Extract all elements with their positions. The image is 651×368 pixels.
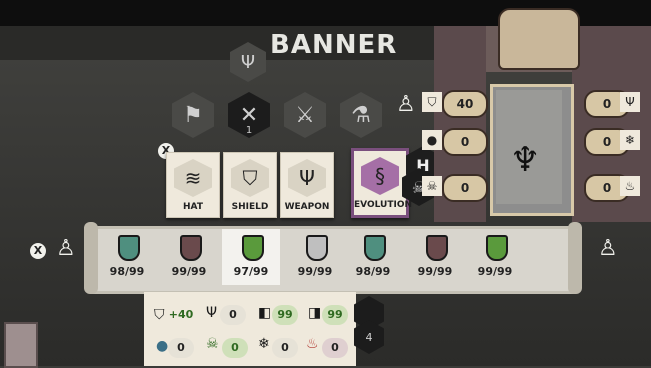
stat-water: 0 [168,338,194,358]
shield-icon [426,235,448,261]
card-hat[interactable]: ≋ HAT [166,152,220,218]
shield-icon [306,235,328,261]
shield-icon [242,235,264,261]
character-preview-icon: ♆ [510,140,541,180]
shield-slot[interactable]: 99/99 [286,229,344,285]
shield-slot[interactable]: 99/99 [466,229,524,285]
durability-value: 99/99 [477,265,513,278]
skull-crossbones-icon: ☠ [206,336,219,352]
scroll-holder-right-icon: ♙ [598,236,618,261]
smoke-icon: ≋ [174,159,212,197]
stat-shield-bonus: +40 [168,308,194,321]
partial-count: 4 [365,330,373,344]
shield-icon [180,235,202,261]
idol-stat-shield: 40 [442,90,488,118]
stat-cubes: 99 [322,305,348,325]
durability-value: 97/99 [233,265,269,278]
trident-icon: Ψ [206,305,218,321]
category-count: 1 [245,125,253,136]
scroll-roll-right [568,222,582,294]
scroll-roll-left [84,222,98,294]
trident-icon: Ψ [288,159,326,197]
snowflake-icon: ❄ [620,130,640,150]
character-portrait-icon: ♙ [396,92,416,117]
page-title: BANNER [270,30,398,60]
cube-icon: ◧ [258,305,272,321]
snowflake-icon: ❄ [258,336,270,352]
fire-icon: ♨ [306,336,319,352]
idol-stat-water: 0 [442,128,488,156]
dna-icon: § [361,157,399,195]
shield-icon: ⛉ [154,307,165,323]
durability-value: 99/99 [171,265,207,278]
card-evolution[interactable]: § EVOLUTION [351,148,412,218]
trident-icon: Ψ [620,92,640,112]
card-shield[interactable]: ⛉ SHIELD [223,152,277,218]
fire-icon: ♨ [620,176,640,196]
shield-icon: ⛉ [231,159,269,197]
stat-fire: 0 [322,338,348,358]
durability-value: 98/99 [355,265,391,278]
close-scroll-button[interactable]: X [30,243,46,259]
stat-frost: 0 [272,338,298,358]
card-label: EVOLUTION [354,200,412,210]
shield-slot-selected[interactable]: 97/99 [222,229,280,285]
stat-poison: 0 [222,338,248,358]
card-label: WEAPON [284,202,330,212]
shield-icon: ⛉ [422,92,442,112]
stat-cube: 99 [272,305,298,325]
water-drop-icon: ● [422,130,442,150]
skull-icon [498,8,580,70]
shield-icon [486,235,508,261]
card-label: HAT [183,202,203,212]
card-weapon[interactable]: Ψ WEAPON [280,152,334,218]
durability-value: 99/99 [297,265,333,278]
idol-stat-poison: 0 [442,174,488,202]
shield-slot[interactable]: 99/99 [160,229,218,285]
deck-card-icon[interactable] [4,322,38,368]
shield-slot[interactable]: 99/99 [406,229,464,285]
skull-crossbones-icon: ☠ [422,176,442,196]
shield-slot[interactable]: 98/99 [98,229,156,285]
shield-icon [118,235,140,261]
water-drop-icon: ● [156,338,169,354]
cubes-icon: ◨ [308,305,322,321]
card-label: SHIELD [231,202,269,212]
stat-trident: 0 [220,305,246,325]
shield-slot[interactable]: 98/99 [344,229,402,285]
scroll-holder-left-icon: ♙ [56,236,76,261]
durability-value: 99/99 [417,265,453,278]
durability-value: 98/99 [109,265,145,278]
shield-icon [364,235,386,261]
